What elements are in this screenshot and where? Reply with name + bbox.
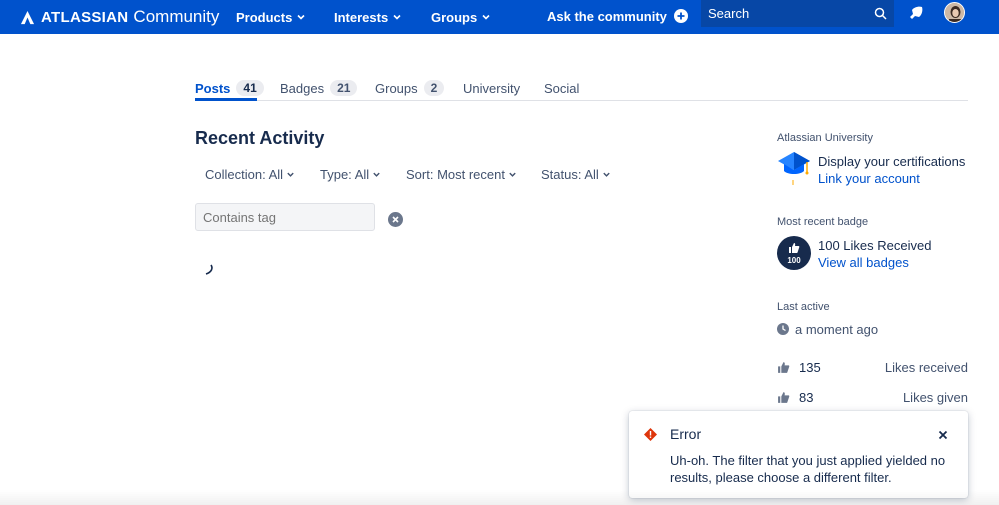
cut-off-text [195,23,325,36]
tab-count: 21 [330,80,358,96]
bottom-shadow [0,490,999,505]
recent-activity-title: Recent Activity [195,128,325,148]
search-placeholder: Search [708,6,750,21]
toast-message: Uh-oh. The filter that you just applied … [670,453,946,485]
filter-type[interactable]: Type: All [320,167,381,182]
nav-interests-label: Interests [334,9,389,25]
clock-icon [777,323,789,335]
user-avatar[interactable] [944,2,965,23]
tab-social[interactable]: Social [544,79,579,97]
chevron-down-icon [297,14,305,20]
nav-groups[interactable]: Groups [431,6,491,28]
filter-label: Type: All [320,167,370,182]
likes-given-count: 83 [799,390,814,405]
chevron-down-icon [509,172,516,177]
tab-label: University [463,80,521,96]
view-all-badges-link[interactable]: View all badges [818,255,909,270]
toast-title: Error [670,426,702,442]
filter-label: Collection: All [205,167,284,182]
graduation-cap-icon [778,152,810,185]
search-icon [874,7,887,20]
error-toast: Error Uh-oh. The filter that you just ap… [629,411,968,498]
error-icon [644,428,657,441]
brand-logo[interactable]: ATLASSIAN Community [20,5,219,29]
tab-groups[interactable]: Groups 2 [375,79,445,97]
atlassian-logo-icon [20,10,35,24]
ask-community-button[interactable]: Ask the community [547,5,688,27]
last-active-label: Last active [777,301,830,313]
university-main-text: Display your certifications [818,154,966,169]
likes-received-count: 135 [799,360,821,375]
tab-label: Social [544,80,580,96]
close-icon[interactable] [938,430,948,440]
tab-label: Groups [375,80,418,96]
chevron-down-icon [373,172,380,177]
filter-label: Sort: Most recent [406,167,505,182]
nav-interests[interactable]: Interests [334,6,402,28]
ask-community-label: Ask the community [547,8,667,24]
badge-label: Most recent badge [777,216,869,228]
last-active-value: a moment ago [795,322,879,337]
tag-filter-input[interactable] [195,203,375,231]
filter-label: Status: All [541,167,599,182]
nav-groups-label: Groups [431,9,478,25]
likes-received-label: Likes received [884,360,968,375]
tab-label: Badges [280,80,325,96]
thumbs-up-icon [789,243,800,253]
link-account-link[interactable]: Link your account [818,171,920,186]
chevron-down-icon [393,14,401,20]
chevron-down-icon [482,14,490,20]
badge-main-text: 100 Likes Received [818,238,932,253]
likes-given-label: Likes given [902,390,968,405]
profile-tabs: Posts 41 Badges 21 Groups 2 University S… [195,76,968,101]
tab-posts[interactable]: Posts 41 [195,79,264,97]
brand-name: ATLASSIAN [41,8,129,26]
likes-badge: 100 [777,236,811,270]
tab-badges[interactable]: Badges 21 [280,79,358,97]
avatar-image-icon [945,3,964,22]
thumbs-up-icon [778,362,790,373]
notifications-icon[interactable] [907,4,925,22]
chevron-down-icon [287,172,294,177]
search-box[interactable]: Search [701,0,894,27]
tab-count: 41 [236,80,264,96]
filter-status[interactable]: Status: All [541,167,611,182]
active-tab-indicator [195,98,257,101]
filter-collection[interactable]: Collection: All [205,167,295,182]
tab-label: Posts [195,80,231,96]
tab-count: 2 [423,80,445,96]
clear-tag-icon[interactable] [388,212,403,227]
badge-number: 100 [787,256,801,265]
filter-sort[interactable]: Sort: Most recent [406,167,517,182]
loading-spinner-icon [205,264,213,275]
plus-circle-icon [673,9,688,23]
chevron-down-icon [603,172,610,177]
top-nav: ATLASSIAN Community Products Interests G… [0,0,999,34]
tab-university[interactable]: University [463,79,520,97]
thumbs-up-icon [778,392,790,403]
university-label: Atlassian University [777,132,873,144]
